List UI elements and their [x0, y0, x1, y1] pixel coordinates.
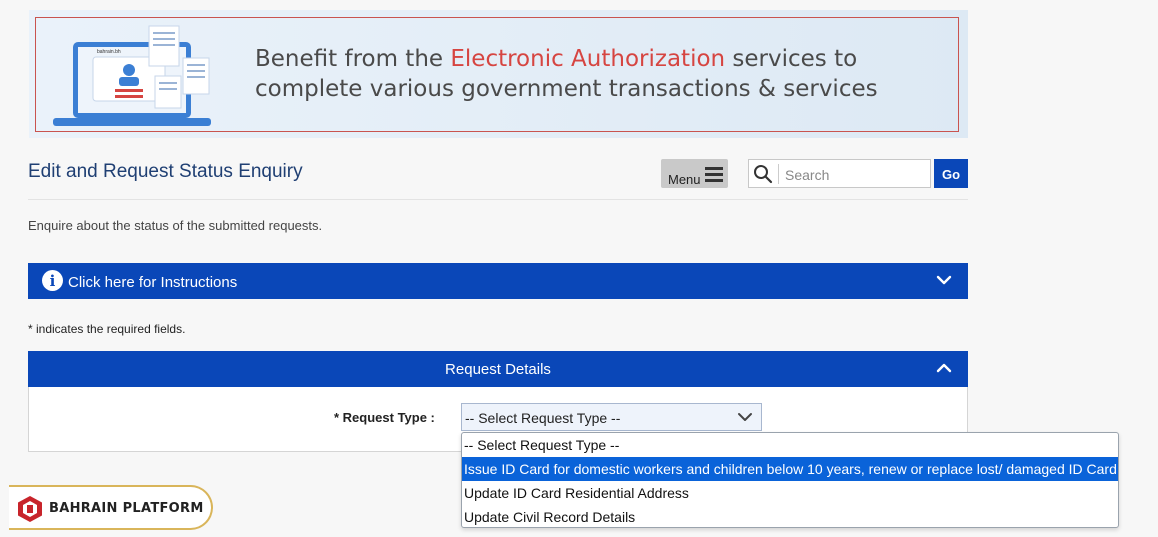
- banner-line1-highlight: Electronic Authorization: [450, 46, 726, 72]
- promo-banner[interactable]: bahrain.bh Benefit from the Electronic A…: [29, 10, 968, 138]
- search-icon[interactable]: [753, 164, 773, 184]
- request-type-dropdown: -- Select Request Type -- Issue ID Card …: [461, 432, 1119, 528]
- bahrain-platform-badge[interactable]: BAHRAIN PLATFORM: [9, 485, 213, 530]
- instructions-label: Click here for Instructions: [68, 274, 238, 291]
- dropdown-option[interactable]: Update ID Card Residential Address: [462, 481, 1118, 505]
- request-type-label: * Request Type :: [334, 410, 435, 425]
- request-type-value: -- Select Request Type --: [465, 410, 621, 426]
- instructions-toggle[interactable]: i Click here for Instructions: [28, 263, 968, 299]
- banner-headline: Benefit from the Electronic Authorizatio…: [255, 44, 955, 104]
- dropdown-option[interactable]: -- Select Request Type --: [462, 433, 1118, 457]
- bahrain-platform-logo-icon: [18, 496, 42, 522]
- chevron-up-icon: [936, 363, 952, 373]
- menu-button[interactable]: Menu: [661, 159, 728, 188]
- dropdown-option-highlighted[interactable]: Issue ID Card for domestic workers and c…: [462, 457, 1118, 481]
- divider: [28, 199, 968, 200]
- chevron-down-icon: [936, 275, 952, 285]
- banner-line1-pre: Benefit from the: [255, 46, 451, 72]
- request-details-title: Request Details: [445, 361, 551, 378]
- banner-line1-post: services to: [725, 46, 858, 72]
- search-input[interactable]: [783, 162, 927, 187]
- search-box: [748, 159, 931, 188]
- page-title: Edit and Request Status Enquiry: [28, 161, 303, 182]
- menu-label: Menu: [668, 172, 701, 187]
- request-details-header[interactable]: Request Details: [28, 351, 968, 387]
- page-description: Enquire about the status of the submitte…: [28, 218, 323, 233]
- banner-line2: complete various government transactions…: [255, 76, 878, 102]
- laptop-illustration: bahrain.bh: [53, 25, 211, 126]
- search-divider: [778, 164, 779, 184]
- go-button[interactable]: Go: [934, 159, 968, 188]
- bahrain-platform-label: BAHRAIN PLATFORM: [49, 501, 204, 516]
- hamburger-icon: [705, 167, 723, 185]
- required-fields-note: * indicates the required fields.: [28, 322, 186, 336]
- chevron-down-icon: [738, 413, 752, 421]
- info-icon: i: [42, 270, 63, 291]
- request-type-select[interactable]: -- Select Request Type --: [461, 403, 762, 431]
- dropdown-option[interactable]: Update Civil Record Details: [462, 505, 1118, 527]
- screen-brand: bahrain.bh: [97, 49, 121, 55]
